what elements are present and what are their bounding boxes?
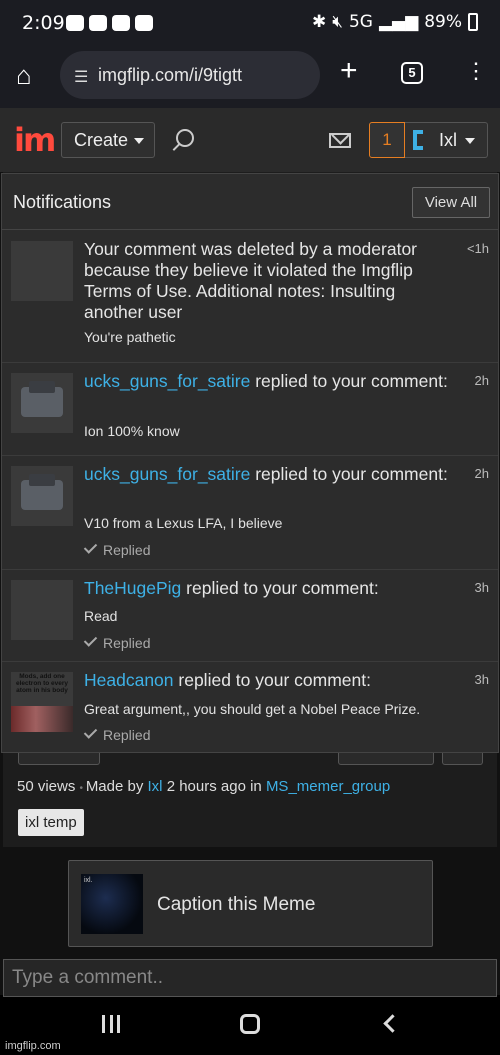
- notification-thumbnail: [11, 373, 73, 433]
- search-icon[interactable]: [176, 129, 194, 147]
- url-text[interactable]: imgflip.com/i/9tigtt: [98, 65, 242, 86]
- address-bar[interactable]: ☰ imgflip.com/i/9tigtt: [60, 51, 320, 99]
- notification-action: replied to your comment:: [181, 578, 379, 598]
- replied-label: Replied: [103, 542, 151, 558]
- notification-quote: Great argument,, you should get a Nobel …: [84, 701, 421, 717]
- network-type: 5G: [348, 12, 373, 32]
- menu-icon[interactable]: ⋮: [465, 60, 487, 82]
- comment-box[interactable]: [3, 959, 497, 997]
- check-icon: [83, 633, 98, 647]
- tab-switcher-button[interactable]: 5: [401, 62, 423, 84]
- check-icon: [83, 540, 98, 554]
- home-button-icon[interactable]: [240, 1014, 260, 1034]
- status-bar: 2:09 ✱ 🔇︎ 5G ▂▄▆ 89%: [0, 0, 500, 46]
- bluetooth-icon: ✱: [312, 12, 327, 32]
- back-icon[interactable]: [383, 1014, 402, 1033]
- notification-quote: Read: [84, 608, 118, 624]
- replied-indicator: Replied: [83, 633, 151, 651]
- posted-time: 2 hours ago in: [166, 778, 266, 795]
- wifi-icon: [89, 15, 107, 31]
- create-label: Create: [74, 130, 129, 150]
- chevron-down-icon: [465, 138, 475, 144]
- notification-user-link[interactable]: ucks_guns_for_satire: [84, 371, 250, 391]
- system-indicators: ✱ 🔇︎ 5G ▂▄▆ 89%: [312, 12, 462, 32]
- thumbnail-photo: [11, 706, 73, 732]
- notification-item[interactable]: ucks_guns_for_satire replied to your com…: [2, 363, 498, 456]
- notification-thumbnail: Mods, add one electron to every atom in …: [11, 672, 73, 732]
- template-thumbnail: [81, 874, 143, 934]
- battery-icon: [468, 13, 478, 31]
- replied-indicator: Replied: [83, 540, 151, 558]
- view-count: 50 views: [17, 778, 76, 795]
- notification-icons: [66, 15, 153, 31]
- notification-user-link[interactable]: TheHugePig: [84, 578, 181, 598]
- notification-text: TheHugePig replied to your comment:: [84, 578, 454, 599]
- notification-action: replied to your comment:: [250, 371, 448, 391]
- home-icon[interactable]: ⌂: [16, 62, 42, 88]
- caption-this-meme-button[interactable]: Caption this Meme: [68, 860, 433, 947]
- notification-item[interactable]: Your comment was deleted by a moderator …: [2, 231, 498, 363]
- imgflip-logo[interactable]: im: [14, 124, 56, 156]
- check-icon: [83, 725, 98, 739]
- notification-text: ucks_guns_for_satire replied to your com…: [84, 464, 454, 485]
- thumbnail-caption: Mods, add one electron to every atom in …: [15, 673, 69, 694]
- create-button[interactable]: Create: [61, 122, 155, 158]
- notification-time: 2h: [474, 373, 489, 388]
- new-tab-icon[interactable]: +: [340, 56, 358, 86]
- notifications-title: Notifications: [13, 192, 112, 212]
- notification-quote: Ion 100% know: [84, 423, 180, 439]
- meme-meta: 50 views • Made by Ixl 2 hours ago in MS…: [17, 778, 390, 795]
- notification-item[interactable]: TheHugePig replied to your comment: Read…: [2, 570, 498, 662]
- notification-user-link[interactable]: Headcanon: [84, 670, 174, 690]
- browser-toolbar: ⌂ ☰ imgflip.com/i/9tigtt + 5 ⋮: [0, 46, 500, 108]
- replied-label: Replied: [103, 635, 151, 651]
- mail-icon[interactable]: [329, 133, 351, 148]
- user-avatar-icon: [413, 130, 423, 150]
- signal-icon: ▂▄▆: [378, 12, 419, 32]
- notification-time: 3h: [474, 672, 489, 687]
- notification-count-button[interactable]: 1: [369, 122, 405, 158]
- notification-text: Headcanon replied to your comment:: [84, 670, 454, 691]
- imgflip-watermark: imgflip.com: [5, 1040, 61, 1052]
- notification-item[interactable]: ucks_guns_for_satire replied to your com…: [2, 456, 498, 570]
- notification-action: replied to your comment:: [250, 464, 448, 484]
- notification-thumbnail: [11, 466, 73, 526]
- replied-indicator: Replied: [83, 725, 151, 743]
- notification-quote: V10 from a Lexus LFA, I believe: [84, 515, 283, 531]
- site-header: im Create 1 Ixl: [0, 108, 500, 172]
- notification-item[interactable]: Mods, add one electron to every atom in …: [2, 662, 498, 752]
- notification-quote: You're pathetic: [84, 329, 176, 345]
- notification-action: replied to your comment:: [173, 670, 371, 690]
- site-settings-icon[interactable]: ☰: [74, 67, 88, 87]
- notification-user-link[interactable]: ucks_guns_for_satire: [84, 464, 250, 484]
- made-by-label: Made by: [85, 778, 148, 795]
- clock: 2:09: [22, 12, 65, 34]
- notifications-header: Notifications View All: [2, 174, 498, 230]
- notification-thumbnail: [11, 580, 73, 640]
- chevron-down-icon: [134, 138, 144, 144]
- recent-apps-icon[interactable]: [102, 1015, 120, 1033]
- caption-label: Caption this Meme: [157, 894, 316, 915]
- username: Ixl: [439, 130, 457, 150]
- notifications-dropdown: Notifications View All Your comment was …: [1, 173, 499, 753]
- user-menu-button[interactable]: Ixl: [405, 122, 488, 158]
- notification-time: 2h: [474, 466, 489, 481]
- view-all-button[interactable]: View All: [412, 187, 490, 218]
- android-navigation-bar: [0, 997, 500, 1055]
- notification-time: <1h: [466, 241, 489, 256]
- unknown-icon: [135, 15, 153, 31]
- battery-percent: 89%: [424, 12, 462, 32]
- replied-label: Replied: [103, 727, 151, 743]
- mute-icon: 🔇︎: [332, 12, 343, 32]
- comment-input[interactable]: [4, 960, 496, 996]
- notification-text: Your comment was deleted by a moderator …: [84, 239, 418, 322]
- author-link[interactable]: Ixl: [148, 778, 163, 795]
- stream-link[interactable]: MS_memer_group: [266, 778, 390, 795]
- image-icon: [112, 15, 130, 31]
- meme-tag[interactable]: ixl temp: [18, 809, 84, 836]
- notification-text: ucks_guns_for_satire replied to your com…: [84, 371, 454, 392]
- notification-time: 3h: [474, 580, 489, 595]
- chat-icon: [66, 15, 84, 31]
- notification-thumbnail: [11, 241, 73, 301]
